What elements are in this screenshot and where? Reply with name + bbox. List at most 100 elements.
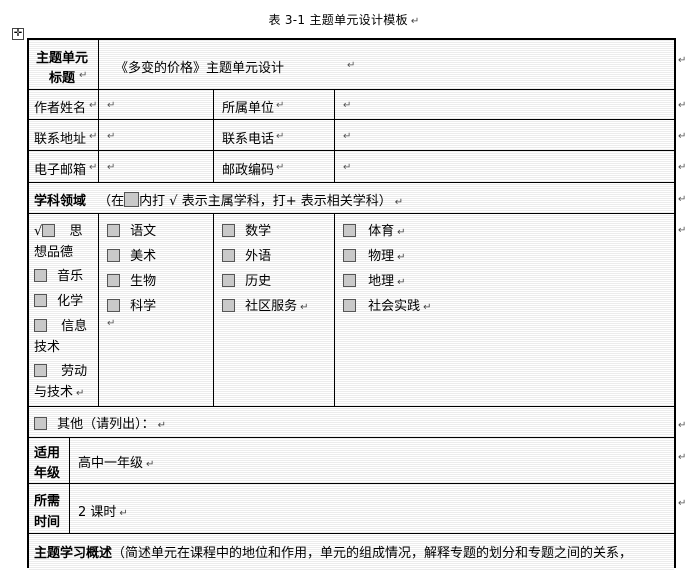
paragraph-mark: ↵ (410, 16, 420, 27)
subject-pe[interactable]: 体育 ↵ (343, 220, 406, 239)
email-label: 电子邮箱 (34, 163, 87, 178)
checkbox-icon[interactable] (34, 269, 47, 282)
subject-politics[interactable]: √ 思 (34, 220, 82, 239)
table-move-handle-icon[interactable]: ✛ (12, 28, 24, 40)
paragraph-mark: ↵ (678, 420, 687, 431)
subject-community-service-label: 社区服务 (245, 299, 298, 314)
topic-title-value-cell[interactable]: 《多变的价格》主题单元设计 ↵ (99, 40, 674, 89)
grade-label-cell[interactable]: 适用 年级 (29, 438, 69, 483)
subjects-col1-cell: √ 思 想品德 音乐 化学 信息 技术 劳动 与技术 ↵ (29, 214, 98, 406)
postcode-label-cell[interactable]: 邮政编码 ↵ (214, 151, 334, 182)
grade-value: 高中一年级 ↵ (78, 452, 154, 471)
subject-physics-label: 物理 (368, 249, 395, 264)
checkbox-icon[interactable] (343, 249, 356, 262)
subject-area-hint-prefix: （在 (98, 194, 125, 209)
other-subject-cell[interactable]: 其他（请列出）： ↵ (29, 407, 674, 437)
subject-social-practice[interactable]: 社会实践 ↵ (343, 295, 432, 314)
overview-cell[interactable]: 主题学习概述（简述单元在课程中的地位和作用，单元的组成情况，解释专题的划分和专题… (29, 534, 674, 570)
postcode-label: 邮政编码 (222, 163, 275, 178)
author-label-cell[interactable]: 作者姓名 ↵ (29, 90, 98, 119)
subject-math-label: 数学 (245, 224, 272, 239)
subject-history[interactable]: 历史 (222, 270, 271, 289)
subject-area-header-cell[interactable]: 学科领域 （在 内打 √ 表示主属学科，打+ 表示相关学科） ↵ (29, 183, 674, 213)
subject-chemistry[interactable]: 化学 (34, 290, 83, 309)
subject-math[interactable]: 数学 (222, 220, 271, 239)
paragraph-mark: ↵ (107, 131, 116, 142)
subject-social-practice-label: 社会实践 (368, 299, 421, 314)
paragraph-mark: ↵ (397, 277, 406, 288)
paragraph-mark: ↵ (678, 452, 687, 463)
checkbox-icon[interactable] (222, 274, 235, 287)
address-label-cell[interactable]: 联系地址 ↵ (29, 120, 98, 150)
subject-foreign-language-label: 外语 (245, 249, 272, 264)
subject-physics[interactable]: 物理 ↵ (343, 245, 406, 264)
subject-science-label: 科学 (130, 299, 157, 314)
subject-biology[interactable]: 生物 (107, 270, 156, 289)
paragraph-mark: ↵ (300, 302, 309, 313)
paragraph-mark: ↵ (343, 100, 352, 111)
email-label-cell[interactable]: 电子邮箱 ↵ (29, 151, 98, 182)
subject-chinese[interactable]: 语文 (107, 220, 156, 239)
postcode-value-cell[interactable]: ↵ (335, 151, 674, 182)
checkbox-icon[interactable] (343, 224, 356, 237)
subject-it[interactable]: 信息 (34, 315, 87, 334)
checkbox-icon[interactable] (107, 224, 120, 237)
time-value-text: 2 课时 (78, 505, 117, 520)
author-value-cell[interactable]: ↵ (99, 90, 213, 119)
overview-label: 主题学习概述 (34, 546, 113, 561)
table-caption: 表 3-1 主题单元设计模板 ↵ (0, 11, 688, 28)
subjects-col4-cell: 体育 ↵ 物理 ↵ 地理 ↵ 社会实践 ↵ (335, 214, 674, 406)
subject-science[interactable]: 科学 (107, 295, 156, 314)
checkbox-icon[interactable] (222, 224, 235, 237)
subject-it-line2: 技术 (34, 340, 61, 355)
paragraph-mark: ↵ (119, 508, 128, 519)
time-label-cell[interactable]: 所需 时间 (29, 484, 69, 533)
subject-labor[interactable]: 劳动 (34, 360, 87, 379)
topic-title-value: 《多变的价格》主题单元设计 (115, 61, 285, 76)
topic-title-label-cell[interactable]: 主题单元 标题 ↵ (29, 40, 98, 89)
grade-value-text: 高中一年级 (78, 456, 144, 471)
phone-value-cell[interactable]: ↵ (335, 120, 674, 150)
paragraph-mark: ↵ (423, 302, 432, 313)
checkbox-icon[interactable] (107, 249, 120, 262)
checkbox-icon[interactable] (343, 274, 356, 287)
checkbox-icon[interactable] (107, 299, 120, 312)
address-value-cell[interactable]: ↵ (99, 120, 213, 150)
unit-design-table: 主题单元 标题 ↵ 《多变的价格》主题单元设计 ↵ 作者姓名 ↵ ↵ 所属单位 … (27, 38, 676, 570)
time-label-line2: 时间 (34, 515, 61, 530)
subject-art-label: 美术 (130, 249, 157, 264)
overview-line: 主题学习概述（简述单元在课程中的地位和作用，单元的组成情况，解释专题的划分和专题… (34, 542, 632, 561)
checkbox-icon[interactable] (222, 249, 235, 262)
checkbox-icon[interactable] (222, 299, 235, 312)
checkbox-icon[interactable] (34, 364, 47, 377)
subject-music[interactable]: 音乐 (34, 265, 83, 284)
paragraph-mark: ↵ (157, 420, 167, 431)
subject-other[interactable]: 其他（请列出）： ↵ (34, 413, 166, 432)
paragraph-mark: ↵ (678, 100, 687, 111)
checkbox-icon[interactable] (107, 274, 120, 287)
paragraph-mark: ↵ (107, 100, 116, 111)
checkbox-icon[interactable] (34, 294, 47, 307)
checkbox-icon[interactable] (34, 417, 47, 430)
paragraph-mark: ↵ (343, 162, 352, 173)
checkbox-icon[interactable] (343, 299, 356, 312)
paragraph-mark: ↵ (678, 55, 687, 66)
paragraph-mark: ↵ (343, 131, 352, 142)
email-value-cell[interactable]: ↵ (99, 151, 213, 182)
subject-community-service[interactable]: 社区服务 ↵ (222, 295, 309, 314)
time-value-cell[interactable]: 2 课时 ↵ (70, 484, 674, 533)
subject-labor-line2-text: 与技术 (34, 385, 74, 400)
checkbox-icon[interactable] (34, 319, 47, 332)
subject-chemistry-label: 化学 (57, 294, 84, 309)
subject-foreign-language[interactable]: 外语 (222, 245, 271, 264)
checkbox-icon[interactable] (42, 224, 56, 237)
subject-art[interactable]: 美术 (107, 245, 156, 264)
grade-value-cell[interactable]: 高中一年级 ↵ (70, 438, 674, 483)
subject-history-label: 历史 (245, 274, 272, 289)
affiliation-label-cell[interactable]: 所属单位 ↵ (214, 90, 334, 119)
subject-music-label: 音乐 (57, 269, 84, 284)
affiliation-value-cell[interactable]: ↵ (335, 90, 674, 119)
phone-label-cell[interactable]: 联系电话 ↵ (214, 120, 334, 150)
subject-geography[interactable]: 地理 ↵ (343, 270, 406, 289)
caption-text: 表 3-1 主题单元设计模板 (268, 13, 408, 27)
